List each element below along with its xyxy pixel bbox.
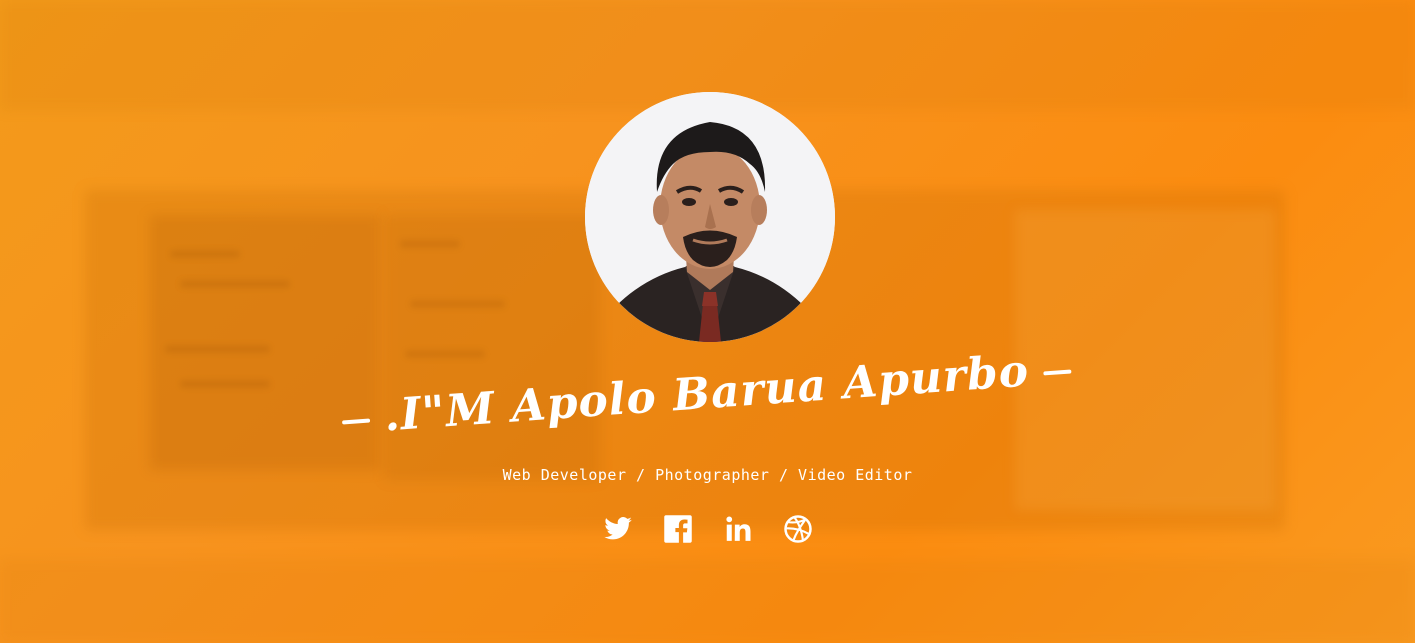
- background-code-line: [165, 345, 270, 353]
- background-code-line: [405, 350, 485, 358]
- profile-photo: [585, 92, 835, 342]
- profile-avatar: [585, 92, 835, 342]
- dribbble-icon: [783, 515, 812, 543]
- background-code-line: [400, 240, 460, 248]
- background-desk: [0, 560, 1415, 643]
- profile-roles: Web Developer / Photographer / Video Edi…: [502, 466, 913, 484]
- facebook-icon: [663, 515, 692, 543]
- background-code-line: [410, 300, 505, 308]
- twitter-link[interactable]: [603, 514, 633, 544]
- twitter-icon: [603, 517, 632, 540]
- social-links: [0, 514, 1415, 544]
- decorative-dash-left: [342, 418, 371, 424]
- background-screen-middle: [385, 215, 600, 480]
- dribbble-link[interactable]: [783, 514, 813, 544]
- facebook-link[interactable]: [663, 514, 693, 544]
- linkedin-link[interactable]: [723, 514, 753, 544]
- hero-section: .I"M Apolo Barua Apurbo Web Developer / …: [0, 0, 1415, 643]
- background-code-line: [170, 250, 240, 258]
- background-code-line: [180, 380, 270, 388]
- linkedin-icon: [725, 516, 750, 541]
- decorative-dash-right: [1042, 369, 1072, 375]
- background-code-line: [180, 280, 290, 288]
